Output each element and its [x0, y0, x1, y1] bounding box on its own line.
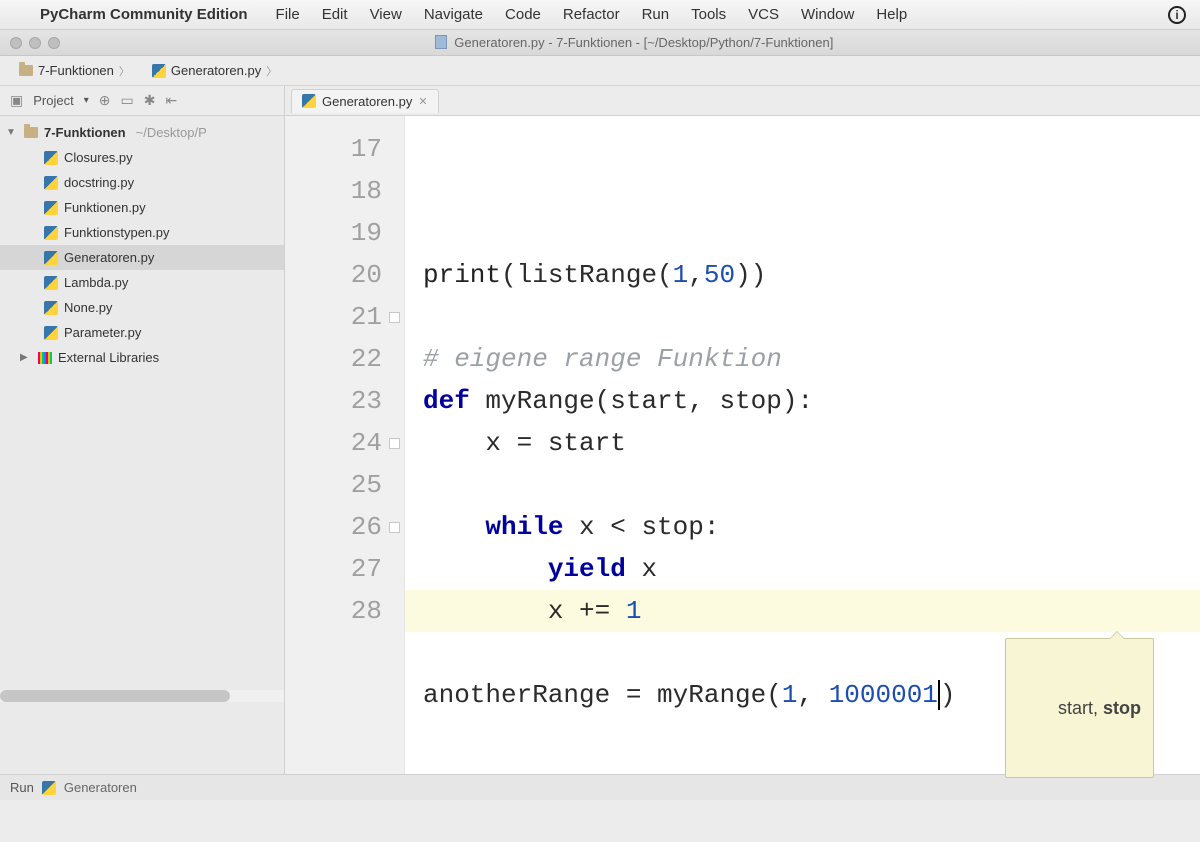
code-area[interactable]: print(listRange(1,50)) # eigene range Fu… — [405, 116, 1200, 774]
python-file-icon — [44, 176, 58, 190]
tree-file-label: Funktionstypen.py — [64, 225, 170, 240]
chevron-right-icon: 〉 — [119, 63, 130, 79]
minimize-window-button[interactable] — [29, 37, 41, 49]
fold-marker-icon[interactable] — [389, 312, 400, 323]
run-tool-label[interactable]: Run — [10, 780, 34, 795]
python-file-icon — [44, 226, 58, 240]
menu-view[interactable]: View — [370, 6, 402, 23]
menu-window[interactable]: Window — [801, 6, 854, 23]
breadcrumb-file-label: Generatoren.py — [171, 63, 261, 78]
code-editor[interactable]: 171819202122232425262728 print(listRange… — [285, 116, 1200, 774]
python-file-icon — [42, 781, 56, 795]
tree-file[interactable]: Funktionen.py — [0, 195, 284, 220]
tree-external-label: External Libraries — [58, 350, 159, 365]
python-file-icon — [44, 326, 58, 340]
tree-root-path: ~/Desktop/P — [136, 125, 207, 140]
file-icon — [435, 35, 447, 49]
gear-icon[interactable]: ✱ — [144, 92, 156, 109]
menu-refactor[interactable]: Refactor — [563, 6, 620, 23]
menu-vcs[interactable]: VCS — [748, 6, 779, 23]
breadcrumb-bar: 7-Funktionen 〉 Generatoren.py 〉 — [0, 56, 1200, 86]
app-name[interactable]: PyCharm Community Edition — [40, 6, 248, 23]
tab-label: Generatoren.py — [322, 94, 412, 109]
menu-code[interactable]: Code — [505, 6, 541, 23]
chevron-down-icon[interactable]: ▾ — [84, 95, 89, 106]
info-icon[interactable]: i — [1168, 6, 1186, 24]
libraries-icon — [38, 352, 52, 364]
macos-menubar: PyCharm Community Edition File Edit View… — [0, 0, 1200, 30]
tree-file[interactable]: Closures.py — [0, 145, 284, 170]
tree-file-label: docstring.py — [64, 175, 134, 190]
tree-file[interactable]: None.py — [0, 295, 284, 320]
close-tab-icon[interactable]: ✕ — [418, 95, 427, 108]
tree-root[interactable]: ▼ 7-Funktionen ~/Desktop/P — [0, 120, 284, 145]
project-view-icon[interactable]: ▣ — [10, 92, 23, 109]
tree-file-label: Lambda.py — [64, 275, 128, 290]
line-number-gutter: 171819202122232425262728 — [285, 116, 405, 774]
run-config-name[interactable]: Generatoren — [64, 780, 137, 795]
horizontal-scrollbar[interactable] — [0, 690, 230, 702]
tree-external-libraries[interactable]: ▶ External Libraries — [0, 345, 284, 370]
code-content[interactable]: print(listRange(1,50)) # eigene range Fu… — [423, 212, 1200, 716]
window-titlebar: Generatoren.py - 7-Funktionen - [~/Deskt… — [0, 30, 1200, 56]
tree-file[interactable]: Generatoren.py — [0, 245, 284, 270]
python-file-icon — [302, 94, 316, 108]
menu-tools[interactable]: Tools — [691, 6, 726, 23]
breadcrumb-folder-label: 7-Funktionen — [38, 63, 114, 78]
tree-file-label: Funktionen.py — [64, 200, 146, 215]
tab-generatoren[interactable]: Generatoren.py ✕ — [291, 89, 439, 113]
breadcrumb-file[interactable]: Generatoren.py 〉 — [143, 60, 286, 82]
disclosure-open-icon[interactable]: ▼ — [6, 127, 18, 138]
tree-root-label: 7-Funktionen — [44, 125, 126, 140]
project-sidebar[interactable]: ▼ 7-Funktionen ~/Desktop/P Closures.py do… — [0, 116, 285, 774]
menu-file[interactable]: File — [276, 6, 300, 23]
window-title: Generatoren.py - 7-Funktionen - [~/Deskt… — [78, 35, 1190, 50]
tree-file-label: None.py — [64, 300, 112, 315]
tree-file-label: Generatoren.py — [64, 250, 154, 265]
tool-row: ▣ Project ▾ ⊕ ▭ ✱ ⇤ Generatoren.py ✕ — [0, 86, 1200, 116]
python-file-icon — [44, 201, 58, 215]
tree-file[interactable]: docstring.py — [0, 170, 284, 195]
main-area: ▼ 7-Funktionen ~/Desktop/P Closures.py do… — [0, 116, 1200, 774]
folder-icon — [24, 127, 38, 138]
project-tool-header: ▣ Project ▾ ⊕ ▭ ✱ ⇤ — [0, 86, 285, 115]
menu-edit[interactable]: Edit — [322, 6, 348, 23]
chevron-right-icon: 〉 — [266, 63, 277, 79]
python-file-icon — [152, 64, 166, 78]
disclosure-closed-icon[interactable]: ▶ — [20, 352, 32, 363]
zoom-window-button[interactable] — [48, 37, 60, 49]
editor-tabstrip: Generatoren.py ✕ — [285, 86, 439, 115]
collapse-icon[interactable]: ⇤ — [165, 92, 177, 109]
menu-help[interactable]: Help — [876, 6, 907, 23]
window-title-text: Generatoren.py - 7-Funktionen - [~/Deskt… — [454, 35, 833, 50]
target-icon[interactable]: ⊕ — [99, 92, 111, 109]
breadcrumb-folder[interactable]: 7-Funktionen 〉 — [10, 60, 139, 82]
project-label[interactable]: Project — [33, 93, 73, 108]
python-file-icon — [44, 276, 58, 290]
fold-marker-icon[interactable] — [389, 522, 400, 533]
tree-file[interactable]: Parameter.py — [0, 320, 284, 345]
python-file-icon — [44, 251, 58, 265]
folder-icon — [19, 65, 33, 76]
close-window-button[interactable] — [10, 37, 22, 49]
python-file-icon — [44, 301, 58, 315]
menu-run[interactable]: Run — [642, 6, 670, 23]
structure-icon[interactable]: ▭ — [120, 92, 133, 109]
tree-file[interactable]: Lambda.py — [0, 270, 284, 295]
traffic-lights — [10, 37, 60, 49]
python-file-icon — [44, 151, 58, 165]
tree-file-label: Closures.py — [64, 150, 133, 165]
tree-file-label: Parameter.py — [64, 325, 141, 340]
menu-navigate[interactable]: Navigate — [424, 6, 483, 23]
tree-file[interactable]: Funktionstypen.py — [0, 220, 284, 245]
fold-marker-icon[interactable] — [389, 438, 400, 449]
